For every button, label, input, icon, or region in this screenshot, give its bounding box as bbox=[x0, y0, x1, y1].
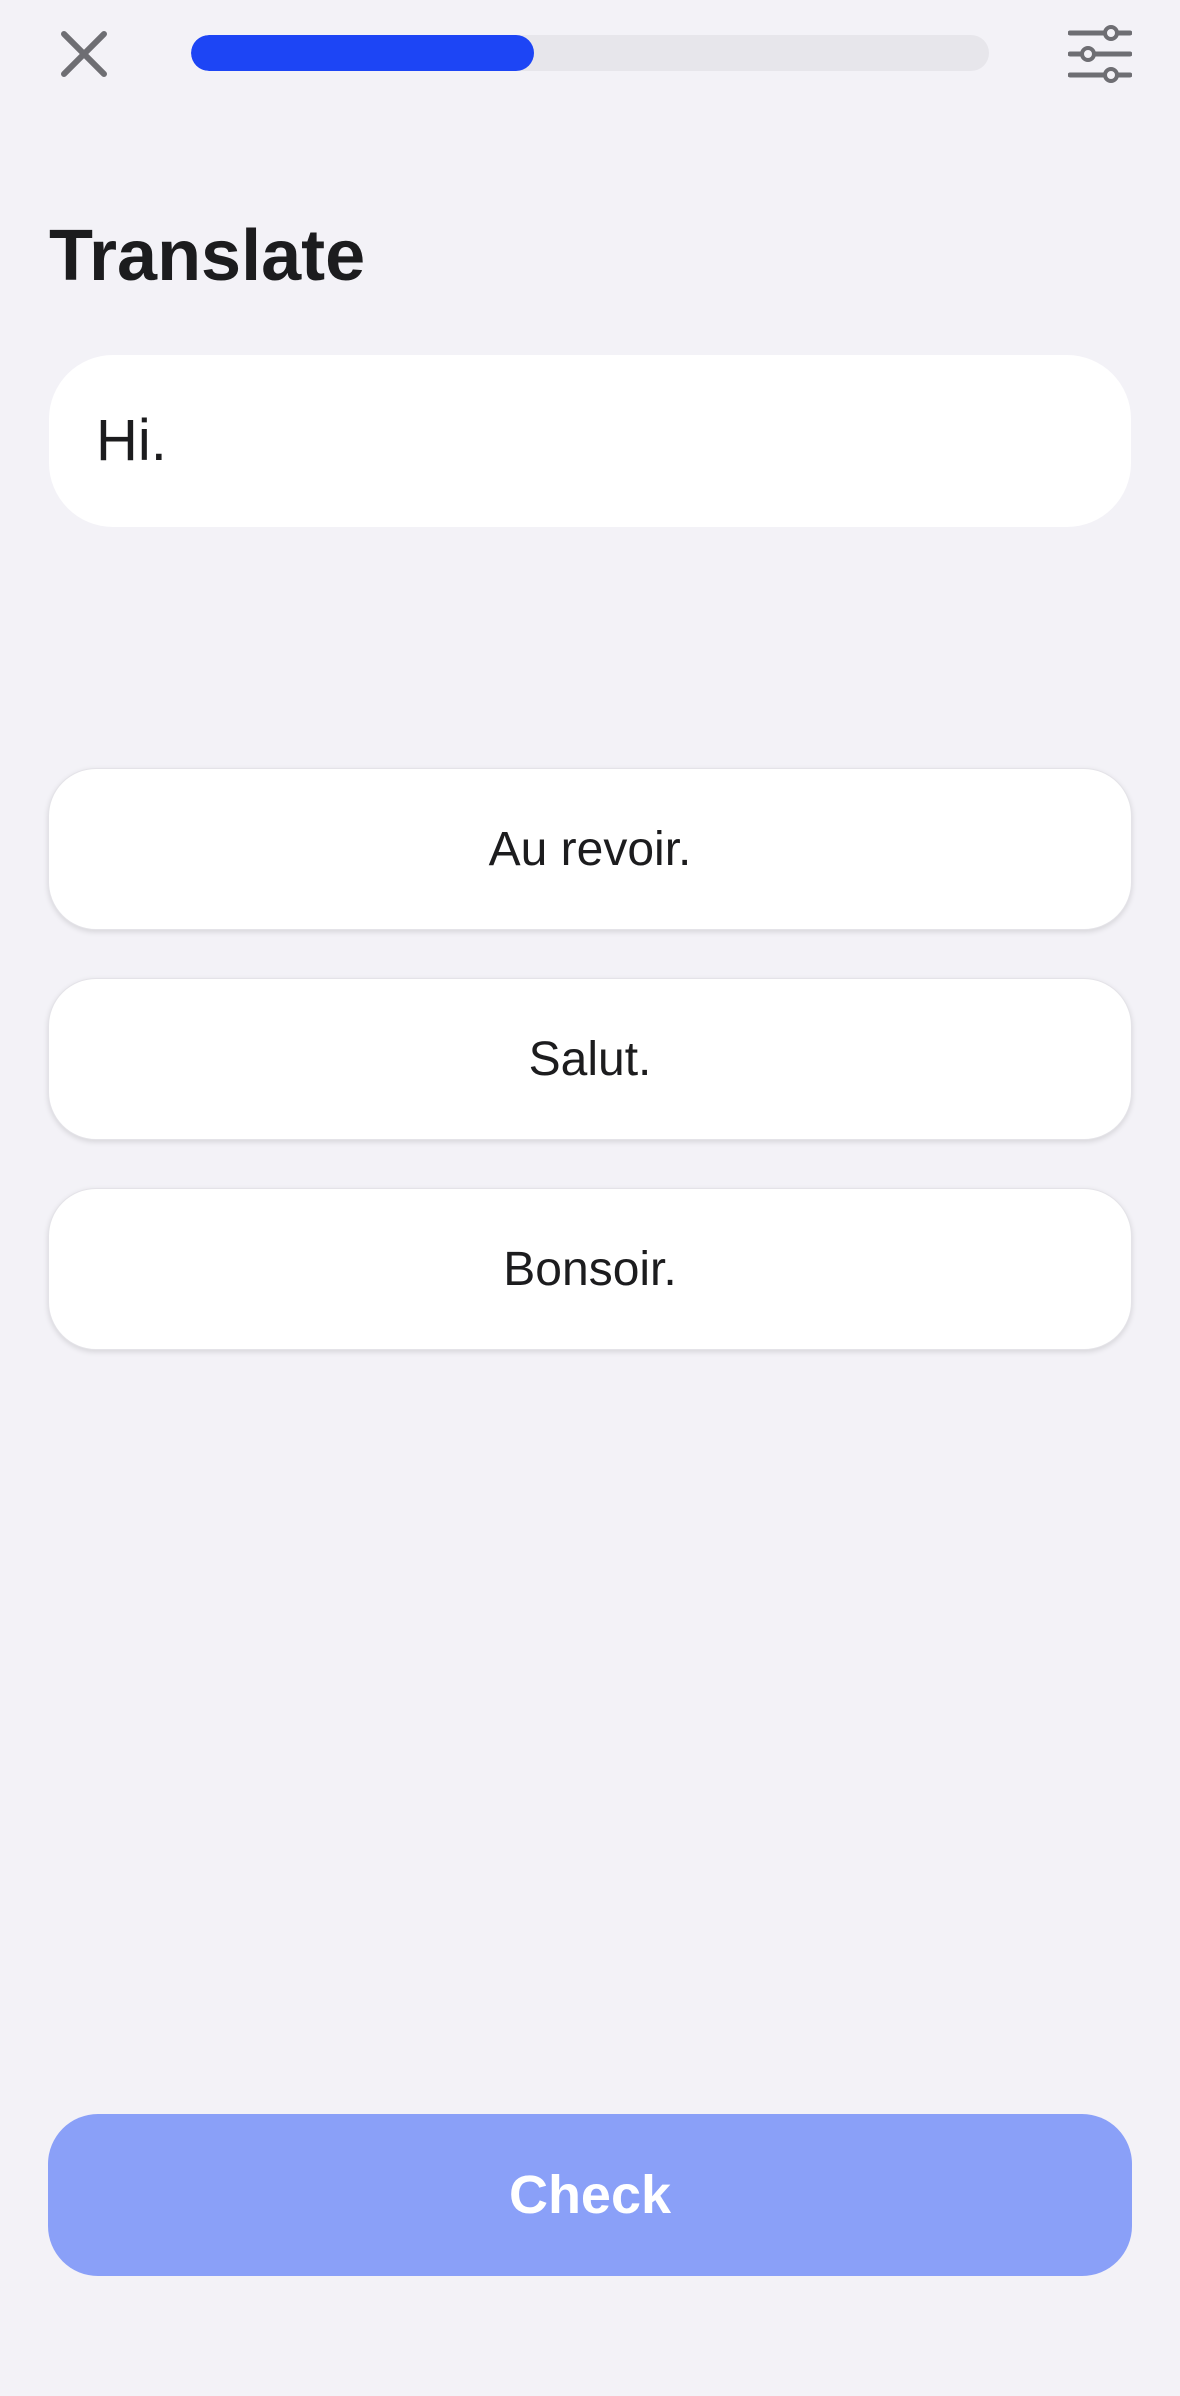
answer-option-label: Bonsoir. bbox=[503, 1242, 677, 1296]
answer-option-label: Au revoir. bbox=[488, 822, 692, 876]
prompt-card: Hi. bbox=[49, 355, 1131, 527]
answer-options: Au revoir. Salut. Bonsoir. bbox=[48, 768, 1132, 1398]
prompt-text: Hi. bbox=[96, 408, 167, 473]
settings-button[interactable] bbox=[1058, 14, 1142, 94]
check-button-label: Check bbox=[508, 2165, 672, 2225]
close-icon bbox=[61, 31, 107, 77]
sliders-icon bbox=[1068, 25, 1132, 83]
check-button[interactable]: Check bbox=[48, 2114, 1132, 2276]
answer-option[interactable]: Bonsoir. bbox=[48, 1188, 1132, 1350]
top-bar bbox=[0, 0, 1180, 110]
close-button[interactable] bbox=[44, 14, 124, 94]
answer-option-label: Salut. bbox=[528, 1032, 652, 1086]
progress-bar bbox=[191, 35, 989, 71]
page-title: Translate bbox=[49, 216, 366, 296]
answer-option[interactable]: Au revoir. bbox=[48, 768, 1132, 930]
progress-bar-fill bbox=[191, 35, 535, 71]
answer-option[interactable]: Salut. bbox=[48, 978, 1132, 1140]
